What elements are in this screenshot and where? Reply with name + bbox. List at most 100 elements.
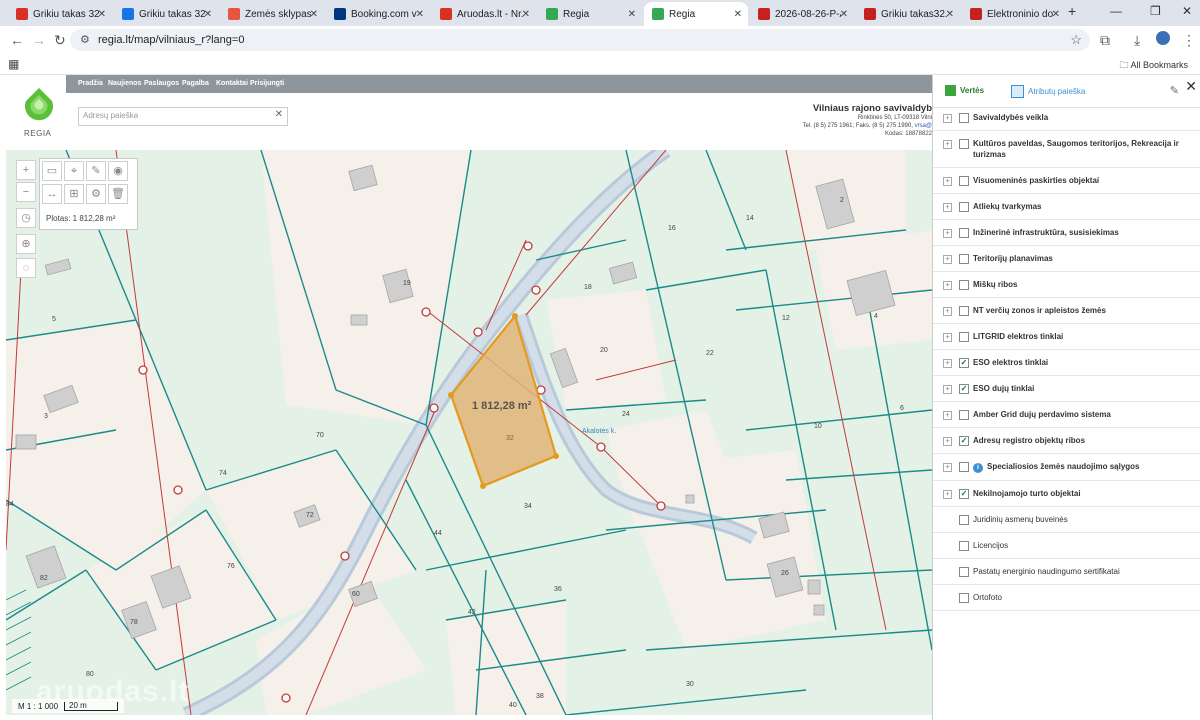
close-tab-icon[interactable]: ✕ xyxy=(628,9,636,20)
close-window-icon[interactable]: ✕ xyxy=(1182,4,1192,18)
layer-item[interactable]: + Atliekų tvarkymas xyxy=(933,194,1200,220)
marker-icon[interactable]: ⌖ xyxy=(64,161,84,181)
trash-icon[interactable]: 🗑 xyxy=(108,184,128,204)
back-icon[interactable]: ← xyxy=(10,32,24,48)
site-info-icon[interactable]: ⚙ xyxy=(80,33,90,46)
expand-icon[interactable]: + xyxy=(943,359,952,368)
expand-icon[interactable]: + xyxy=(943,114,952,123)
layer-item[interactable]: + LITGRID elektros tinklai xyxy=(933,324,1200,350)
layer-checkbox[interactable] xyxy=(959,139,969,149)
nav-link[interactable]: Prisijungti xyxy=(250,80,284,87)
layer-item[interactable]: Pastatų energinio naudingumo sertifikata… xyxy=(933,559,1200,585)
address-search-input[interactable]: Adresų paieška ✕ xyxy=(78,107,288,126)
close-tab-icon[interactable]: ✕ xyxy=(310,9,318,20)
layer-item[interactable]: Ortofoto xyxy=(933,585,1200,611)
layer-checkbox[interactable] xyxy=(959,228,969,238)
browser-tab[interactable]: Booking.com vieš✕ xyxy=(326,2,430,26)
layer-item[interactable]: + Kultūros paveldas, Saugomos teritorijos… xyxy=(933,131,1200,168)
layer-checkbox[interactable]: ✓ xyxy=(959,436,969,446)
apps-grid-icon[interactable]: ▦ xyxy=(8,57,19,71)
layer-item[interactable]: Licencijos xyxy=(933,533,1200,559)
info-icon[interactable]: i xyxy=(973,463,983,473)
layer-item[interactable]: + ✓ Adresų registro objektų ribos xyxy=(933,428,1200,454)
layer-checkbox[interactable] xyxy=(959,280,969,290)
url-omnibox[interactable]: ⚙ regia.lt/map/vilniaus_r?lang=0 ☆ xyxy=(70,29,1090,51)
map-canvas[interactable]: 19 5 3 70 74 72 76 82 78 80 60 44 42 36 34 38 40 32 18 20 24… xyxy=(6,150,932,715)
layer-checkbox[interactable]: ✓ xyxy=(959,384,969,394)
close-tab-icon[interactable]: ✕ xyxy=(522,9,530,20)
lasso-icon[interactable]: ◌ xyxy=(16,258,36,278)
email-link[interactable]: vrsa@ xyxy=(915,123,932,129)
layer-checkbox[interactable] xyxy=(959,332,969,342)
expand-icon[interactable]: + xyxy=(943,203,952,212)
expand-icon[interactable]: + xyxy=(943,437,952,446)
style-icon[interactable]: ⚙ xyxy=(86,184,106,204)
layer-item[interactable]: Juridinių asmenų buveinės xyxy=(933,507,1200,533)
layer-checkbox[interactable]: ✓ xyxy=(959,489,969,499)
layer-item[interactable]: + Inžinerinė infrastruktūra, susisiekimas xyxy=(933,220,1200,246)
close-tab-icon[interactable]: ✕ xyxy=(1052,9,1060,20)
browser-tab[interactable]: Žemės sklypas Ak✕ xyxy=(220,2,324,26)
layer-checkbox[interactable] xyxy=(959,462,969,472)
all-bookmarks-link[interactable]: 🗀 All Bookmarks xyxy=(1119,58,1188,74)
extensions-icon[interactable]: ⧉ xyxy=(1100,32,1110,49)
layer-item[interactable]: + Teritorijų planavimas xyxy=(933,246,1200,272)
layer-checkbox[interactable]: ✓ xyxy=(959,358,969,368)
history-icon[interactable]: ◷ xyxy=(16,208,36,228)
layer-item[interactable]: + Visuomeninės paskirties objektai xyxy=(933,168,1200,194)
browser-tab[interactable]: Grikiu takas 32 sk✕ xyxy=(114,2,218,26)
layer-checkbox[interactable] xyxy=(959,254,969,264)
reload-icon[interactable]: ↻ xyxy=(54,32,66,49)
pin-icon[interactable]: ✎ xyxy=(1170,84,1179,97)
expand-icon[interactable]: + xyxy=(943,177,952,186)
expand-icon[interactable]: + xyxy=(943,281,952,290)
layer-item[interactable]: + ✓ ESO elektros tinklai xyxy=(933,350,1200,376)
forward-icon[interactable]: → xyxy=(32,32,46,48)
layer-checkbox[interactable] xyxy=(959,202,969,212)
nav-link[interactable]: Pradžia xyxy=(78,80,103,87)
browser-tab[interactable]: Aruodas.lt - Nr.1 ✕ xyxy=(432,2,536,26)
browser-tab[interactable]: Grikiu takas32.pdf✕ xyxy=(856,2,960,26)
layer-item[interactable]: + i Specialiosios žemės naudojimo sąlygos xyxy=(933,454,1200,481)
clear-search-icon[interactable]: ✕ xyxy=(275,109,283,120)
layer-checkbox[interactable] xyxy=(959,541,969,551)
locate-icon[interactable]: ⊕ xyxy=(16,234,36,254)
expand-icon[interactable]: + xyxy=(943,490,952,499)
nav-link[interactable]: Kontaktai xyxy=(216,80,248,87)
browser-tab[interactable]: Elektroninio doku✕ xyxy=(962,2,1066,26)
layer-checkbox[interactable] xyxy=(959,176,969,186)
target-icon[interactable]: ◉ xyxy=(108,161,128,181)
layer-checkbox[interactable] xyxy=(959,410,969,420)
nav-link[interactable]: Pagalba xyxy=(182,80,209,87)
zoom-in-button[interactable]: + xyxy=(16,160,36,180)
expand-icon[interactable]: + xyxy=(943,229,952,238)
layer-checkbox[interactable] xyxy=(959,567,969,577)
layer-item[interactable]: + Amber Grid dujų perdavimo sistema xyxy=(933,402,1200,428)
url-text[interactable]: regia.lt/map/vilniaus_r?lang=0 xyxy=(98,34,244,46)
close-tab-icon[interactable]: ✕ xyxy=(734,9,742,20)
measure-area-icon[interactable]: ⊞ xyxy=(64,184,84,204)
layer-checkbox[interactable] xyxy=(959,515,969,525)
bookmark-star-icon[interactable]: ☆ xyxy=(1070,32,1082,48)
close-tab-icon[interactable]: ✕ xyxy=(946,9,954,20)
browser-tab[interactable]: Grikiu takas 32 sk✕ xyxy=(8,2,112,26)
layer-checkbox[interactable] xyxy=(959,593,969,603)
close-panel-icon[interactable]: ✕ xyxy=(1185,78,1197,95)
close-tab-icon[interactable]: ✕ xyxy=(840,9,848,20)
close-tab-icon[interactable]: ✕ xyxy=(204,9,212,20)
expand-icon[interactable]: + xyxy=(943,385,952,394)
close-tab-icon[interactable]: ✕ xyxy=(416,9,424,20)
layer-checkbox[interactable] xyxy=(959,113,969,123)
expand-icon[interactable]: + xyxy=(943,307,952,316)
layer-item[interactable]: + NT verčių zonos ir apleistos žemės xyxy=(933,298,1200,324)
new-tab-button[interactable]: + xyxy=(1068,3,1076,19)
tab-attribute-search[interactable]: Atributų paieška xyxy=(1011,85,1085,98)
minimize-icon[interactable]: — xyxy=(1110,4,1122,18)
layer-item[interactable]: + Miškų ribos xyxy=(933,272,1200,298)
browser-tab[interactable]: Regia ✕ xyxy=(538,2,642,26)
close-tab-icon[interactable]: ✕ xyxy=(98,9,106,20)
nav-link[interactable]: Paslaugos xyxy=(144,80,179,87)
layer-item[interactable]: + ✓ Nekilnojamojo turto objektai xyxy=(933,481,1200,507)
layer-item[interactable]: + Savivaldybės veikla xyxy=(933,105,1200,131)
expand-icon[interactable]: + xyxy=(943,140,952,149)
